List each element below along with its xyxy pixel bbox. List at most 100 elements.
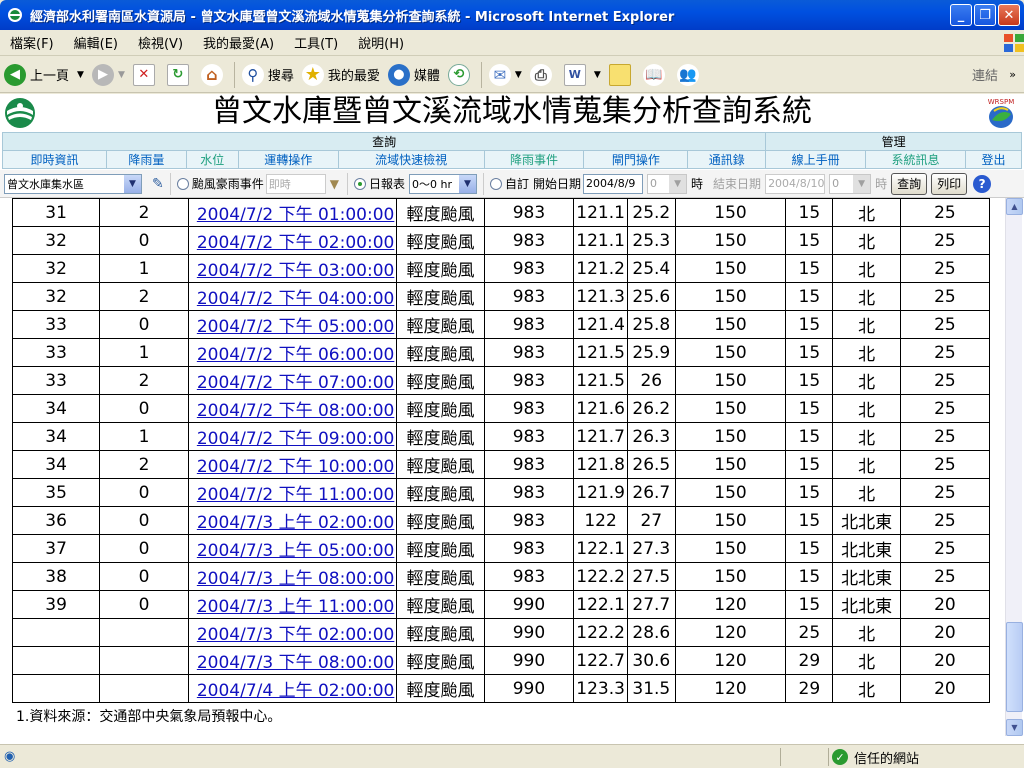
datetime-link[interactable]: 2004/7/2 下午 06:00:00 — [187, 338, 398, 367]
mail-button[interactable]: ✉ ▼ — [485, 60, 526, 90]
custom-range-radio[interactable] — [490, 177, 502, 190]
daily-report-radio[interactable] — [353, 177, 366, 190]
search-button[interactable]: ⚲ 搜尋 — [238, 60, 298, 90]
max-wind-cell: 25 — [899, 366, 990, 395]
datetime-link[interactable]: 2004/7/2 下午 01:00:00 — [187, 198, 398, 227]
media-button[interactable]: ● 媒體 — [384, 60, 444, 90]
print-toolbar-button[interactable]: ⎙ — [526, 60, 560, 90]
longitude-cell: 121.3 — [573, 282, 628, 311]
edit-button[interactable]: W ▼ — [560, 60, 605, 90]
forward-dropdown-icon: ▼ — [117, 69, 125, 80]
datetime-link[interactable]: 2004/7/2 下午 04:00:00 — [187, 282, 398, 311]
menu-tools[interactable]: 工具(T) — [284, 33, 348, 52]
latitude-cell: 28.6 — [626, 618, 676, 647]
daily-range-select[interactable]: 0～0 hr ▼ — [409, 173, 477, 194]
nav-item-contacts[interactable]: 通訊錄 — [687, 150, 767, 169]
datetime-link[interactable]: 2004/7/3 下午 08:00:00 — [187, 646, 398, 675]
stop-button[interactable]: ✕ — [129, 60, 163, 90]
step-cell: 0 — [99, 226, 189, 255]
datetime-link[interactable]: 2004/7/2 下午 09:00:00 — [187, 422, 398, 451]
discuss-button[interactable] — [605, 60, 639, 90]
nav-item-water-level[interactable]: 水位 — [185, 150, 239, 169]
end-hour-select[interactable]: 0 ▼ — [829, 173, 872, 194]
query-button[interactable]: 查詢 — [891, 172, 928, 195]
pressure-cell: 983 — [483, 450, 575, 479]
table-row: 39 0 2004/7/3 上午 11:00:00 輕度颱風 990 122.1 27.7 1… — [12, 590, 990, 619]
datetime-link[interactable]: 2004/7/2 下午 10:00:00 — [187, 450, 398, 479]
datetime-link[interactable]: 2004/7/4 上午 02:00:00 — [187, 674, 398, 703]
history-button[interactable]: ⟲ — [444, 60, 478, 90]
menu-help[interactable]: 說明(H) — [348, 33, 414, 52]
menu-edit[interactable]: 編輯(E) — [64, 33, 128, 52]
direction-cell: 北 — [832, 226, 901, 255]
area-select[interactable]: 曾文水庫集水區 ▼ — [4, 173, 142, 194]
nav-item-rain-event[interactable]: 降雨事件 — [483, 150, 585, 169]
nav-item-manual[interactable]: 線上手冊 — [765, 150, 867, 169]
typhoon-event-input[interactable]: 即時 — [265, 173, 326, 194]
forward-button[interactable]: ▶ ▼ — [88, 60, 129, 90]
latitude-cell: 27.3 — [626, 534, 676, 563]
back-button[interactable]: ◀ 上一頁 ▼ — [0, 60, 88, 90]
print-button[interactable]: 列印 — [931, 172, 968, 195]
latitude-cell: 26.5 — [626, 450, 676, 479]
home-button[interactable]: ⌂ — [197, 60, 231, 90]
intensity-cell: 輕度颱風 — [396, 394, 485, 423]
datetime-link[interactable]: 2004/7/3 上午 08:00:00 — [187, 562, 398, 591]
intensity-cell: 輕度颱風 — [396, 338, 485, 367]
menu-view[interactable]: 檢視(V) — [128, 33, 193, 52]
nav-item-rainfall[interactable]: 降雨量 — [105, 150, 187, 169]
menu-file[interactable]: 檔案(F) — [0, 33, 64, 52]
datetime-link[interactable]: 2004/7/2 下午 05:00:00 — [187, 310, 398, 339]
datetime-link[interactable]: 2004/7/2 下午 07:00:00 — [187, 366, 398, 395]
nav-item-basin-view[interactable]: 流域快速檢視 — [337, 150, 485, 169]
datetime-link[interactable]: 2004/7/2 下午 02:00:00 — [187, 226, 398, 255]
latitude-cell: 27.5 — [626, 562, 676, 591]
hour-cell: 34 — [12, 450, 101, 479]
maximize-button[interactable]: ❐ — [974, 4, 996, 26]
datetime-link[interactable]: 2004/7/2 下午 11:00:00 — [187, 478, 398, 507]
favorites-button[interactable]: ★ 我的最愛 — [298, 60, 384, 90]
scroll-up-icon[interactable]: ▲ — [1006, 198, 1023, 215]
nav-item-gate-operation[interactable]: 閘門操作 — [583, 150, 689, 169]
menu-favorites[interactable]: 我的最愛(A) — [193, 33, 284, 52]
close-button[interactable]: ✕ — [998, 4, 1020, 26]
speed-cell: 25 — [785, 618, 834, 647]
typhoon-event-radio[interactable] — [176, 177, 189, 190]
toolbar-chevron-icon[interactable]: » — [1009, 68, 1016, 81]
end-date-input[interactable]: 2004/8/10 — [765, 173, 826, 194]
datetime-link[interactable]: 2004/7/3 上午 02:00:00 — [187, 506, 398, 535]
longitude-cell: 122.7 — [573, 646, 628, 675]
vertical-scrollbar[interactable]: ▲ ▼ — [1005, 198, 1023, 736]
datetime-link[interactable]: 2004/7/3 上午 05:00:00 — [187, 534, 398, 563]
research-button[interactable]: 📖 — [639, 60, 673, 90]
help-icon[interactable]: ? — [973, 174, 992, 193]
datetime-link[interactable]: 2004/7/2 下午 03:00:00 — [187, 254, 398, 283]
nav-item-realtime[interactable]: 即時資訊 — [2, 150, 107, 169]
back-dropdown-icon[interactable]: ▼ — [77, 70, 84, 80]
start-date-input[interactable]: 2004/8/9 — [583, 173, 644, 194]
longitude-cell: 121.4 — [573, 310, 628, 339]
nav-item-logout[interactable]: 登出 — [964, 150, 1023, 169]
direction-cell: 北 — [832, 422, 901, 451]
hour-cell: 32 — [12, 254, 101, 283]
messenger-button[interactable]: 👥 — [673, 60, 707, 90]
datetime-link[interactable]: 2004/7/3 下午 02:00:00 — [187, 618, 398, 647]
scroll-thumb[interactable] — [1006, 622, 1023, 712]
speed-cell: 15 — [785, 450, 834, 479]
hour-cell: 33 — [12, 366, 101, 395]
table-row: 31 2 2004/7/2 下午 01:00:00 輕度颱風 983 121.1 25.2 1… — [12, 198, 990, 227]
scroll-down-icon[interactable]: ▼ — [1006, 719, 1023, 736]
minimize-button[interactable]: _ — [950, 4, 972, 26]
nav-item-operation[interactable]: 運轉操作 — [237, 150, 339, 169]
pressure-cell: 983 — [483, 226, 575, 255]
start-hour-select[interactable]: 0 ▼ — [647, 173, 688, 194]
datetime-link[interactable]: 2004/7/3 上午 11:00:00 — [187, 590, 398, 619]
nav-item-system-message[interactable]: 系統訊息 — [865, 150, 966, 169]
links-bar[interactable]: 連結 — [972, 65, 998, 84]
refresh-button[interactable]: ↻ — [163, 60, 197, 90]
table-row: 35 0 2004/7/2 下午 11:00:00 輕度颱風 983 121.9 26.7 1… — [12, 478, 990, 507]
speed-cell: 15 — [785, 254, 834, 283]
datetime-link[interactable]: 2004/7/2 下午 08:00:00 — [187, 394, 398, 423]
window-title: 經濟部水利署南區水資源局 - 曾文水庫暨曾文溪流域水情蒐集分析查詢系統 - Mi… — [30, 9, 675, 25]
intensity-cell: 輕度颱風 — [396, 422, 485, 451]
